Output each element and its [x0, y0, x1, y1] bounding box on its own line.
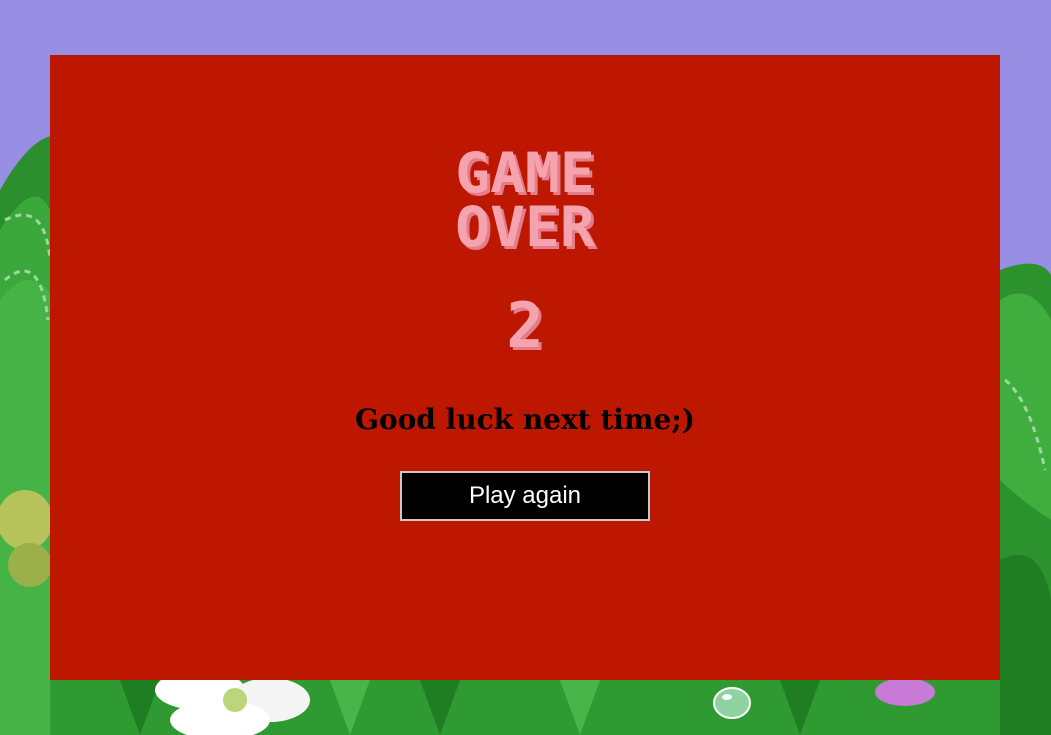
game-over-title-line1: GAME — [455, 140, 595, 206]
game-over-message: Good luck next time;) — [355, 403, 695, 436]
game-over-title-line2: OVER — [455, 194, 595, 260]
play-again-button[interactable]: Play again — [400, 471, 650, 521]
final-score: 2 — [506, 289, 544, 362]
game-over-panel: GAME OVER 2 Good luck next time;) Play a… — [50, 55, 1000, 680]
